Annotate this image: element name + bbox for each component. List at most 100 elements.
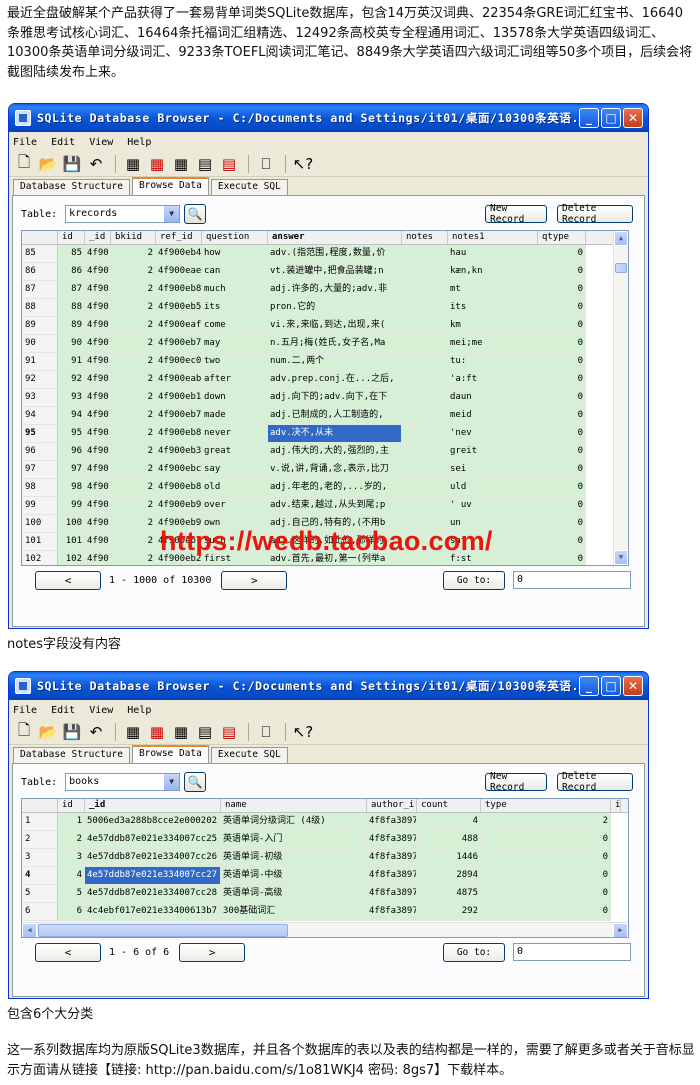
table-cell[interactable]: 4f900eb8: [156, 425, 202, 443]
table-cell[interactable]: 4f90: [85, 353, 111, 371]
table-cell[interactable]: 1 [58, 813, 85, 831]
table-cell[interactable]: 2894 [417, 867, 481, 885]
table-cell[interactable]: 4e57ddb87e021e334007cc27 [85, 867, 221, 885]
title-bar[interactable]: SQLite Database Browser - C:/Documents a… [9, 104, 648, 132]
table-cell[interactable]: 4f8fa3897 [367, 885, 417, 903]
table-cell[interactable]: 4c4ebf017e021e33400613b7 [85, 903, 221, 921]
table-cell[interactable] [402, 461, 448, 479]
table-row[interactable]: 97974f90:24f900ebc:sayv.说,讲,背诵,念,表示,比刀se… [22, 461, 628, 479]
table-row[interactable]: 1 1 5006ed3a288b8cce2e000202 英语单词分级词汇 (4级) 4… [22, 813, 628, 831]
scroll-right-icon[interactable]: ▶ [613, 923, 628, 937]
table-cell[interactable]: 2 [111, 263, 156, 281]
table-cell[interactable]: mt [448, 281, 538, 299]
column-header-answer[interactable]: answer [268, 231, 402, 244]
menu-help[interactable]: Help [127, 705, 151, 716]
table-cell[interactable]: 0 [481, 849, 611, 867]
row-header[interactable]: 90 [22, 335, 58, 353]
row-header[interactable]: 95 [22, 425, 58, 443]
table-cell[interactable]: 2 [111, 371, 156, 389]
create-table-icon[interactable]: ▦ [122, 154, 144, 174]
goto-button[interactable]: Go to: [443, 571, 505, 590]
menu-view[interactable]: View [89, 705, 113, 716]
table-cell[interactable]: 0 [538, 461, 586, 479]
scroll-left-icon[interactable]: ◀ [22, 923, 37, 937]
row-header[interactable]: 94 [22, 407, 58, 425]
table-cell[interactable] [402, 407, 448, 425]
table-row[interactable]: 5 5 4e57ddb87e021e334007cc28 英语单词-高级 4f8fa38… [22, 885, 628, 903]
table-cell[interactable]: 94 [58, 407, 85, 425]
table-select[interactable]: books ▼ [65, 773, 181, 791]
column-header-id[interactable]: id [58, 799, 85, 812]
table-cell[interactable] [402, 443, 448, 461]
table-cell[interactable]: its [202, 299, 268, 317]
table-cell[interactable]: 5006ed3a288b8cce2e000202 [85, 813, 221, 831]
table-row[interactable]: 92924f90:24f900eab:afteradv.prep.conj.在.… [22, 371, 628, 389]
table-cell[interactable]: 0 [538, 389, 586, 407]
undo-icon[interactable]: ↶ [85, 154, 107, 174]
tab-database-structure[interactable]: Database Structure [13, 179, 130, 195]
table-cell[interactable]: 0 [538, 497, 586, 515]
table-cell[interactable]: 4f90: [85, 371, 111, 389]
table-cell[interactable]: 0 [538, 425, 586, 443]
table-cell[interactable]: 英语单词-入门 [221, 831, 367, 849]
table-cell[interactable]: 300基础词汇 [221, 903, 367, 921]
next-page-button[interactable]: > [179, 942, 246, 962]
table-cell[interactable]: 4f90: [85, 515, 111, 533]
maximize-button[interactable]: □ [601, 676, 621, 696]
table-cell[interactable]: 2 [111, 425, 156, 443]
table-cell[interactable]: its [448, 299, 538, 317]
table-cell[interactable] [402, 497, 448, 515]
table-cell[interactable]: come [202, 317, 268, 335]
vertical-scrollbar[interactable]: ▲ ▼ [613, 231, 628, 565]
search-icon[interactable]: 🔍 [184, 772, 207, 792]
table-row[interactable]: 3 3 4e57ddb87e021e334007cc26 英语单词-初级 4f8fa38… [22, 849, 628, 867]
table-cell[interactable]: 4f8fa3897 [367, 849, 417, 867]
table-cell[interactable]: 0 [481, 831, 611, 849]
new-database-icon[interactable]: 🗋 [13, 153, 35, 174]
table-cell[interactable]: 4f8fa3897 [367, 867, 417, 885]
table-cell[interactable]: adj.向下的;adv.向下,在下 [268, 389, 402, 407]
table-cell[interactable]: adv.决不,从未 [268, 425, 402, 443]
table-cell[interactable]: 0 [538, 479, 586, 497]
table-cell[interactable]: 85 [58, 245, 85, 263]
table-cell[interactable]: 4f900ebc: [156, 461, 202, 479]
table-cell[interactable]: 2 [58, 831, 85, 849]
table-cell[interactable]: adj.年老的,老的,...岁的, [268, 479, 402, 497]
table-cell[interactable]: 2 [111, 299, 156, 317]
table-cell[interactable]: 4f90: [85, 479, 111, 497]
menu-view[interactable]: View [89, 137, 113, 148]
table-cell[interactable]: 4f90: [85, 281, 111, 299]
table-cell[interactable]: 93 [58, 389, 85, 407]
whats-this-icon[interactable]: ↖? [292, 154, 314, 174]
table-cell[interactable]: 0 [481, 885, 611, 903]
table-cell[interactable]: 4f90: [85, 497, 111, 515]
scrollbar-thumb[interactable] [38, 924, 288, 937]
table-cell[interactable] [402, 425, 448, 443]
row-header[interactable]: 98 [22, 479, 58, 497]
table-cell[interactable]: vi.来,来临,到达,出现,来( [268, 317, 402, 335]
table-cell[interactable]: 英语单词-高级 [221, 885, 367, 903]
row-header[interactable]: 4 [22, 867, 58, 885]
goto-input[interactable]: 0 [513, 571, 631, 589]
table-row[interactable]: 88884f90:24f900eb5:itspron.它的its0 [22, 299, 628, 317]
create-table-icon[interactable]: ▦ [122, 722, 144, 742]
table-cell[interactable]: 4f900eb7: [156, 407, 202, 425]
table-cell[interactable]: never [202, 425, 268, 443]
row-header[interactable]: 2 [22, 831, 58, 849]
column-header-i[interactable]: i [611, 799, 621, 812]
column-header-name[interactable]: name [221, 799, 367, 812]
table-cell[interactable]: 488 [417, 831, 481, 849]
row-header[interactable]: 88 [22, 299, 58, 317]
table-cell[interactable]: 4f900eb8: [156, 479, 202, 497]
row-header[interactable]: 102 [22, 551, 58, 565]
delete-table-icon[interactable]: ▦ [146, 154, 168, 174]
table-cell[interactable]: 98 [58, 479, 85, 497]
modify-table-icon[interactable]: ▦ [170, 722, 192, 742]
whats-this-icon[interactable]: ↖? [292, 722, 314, 742]
table-cell[interactable]: n.五月;梅(姓氏,女子名,Ma [268, 335, 402, 353]
table-cell[interactable] [402, 263, 448, 281]
table-cell[interactable]: meid [448, 407, 538, 425]
table-cell[interactable]: 4f90: [85, 551, 111, 565]
delete-record-button[interactable]: Delete Record [557, 203, 633, 225]
table-cell[interactable]: 97 [58, 461, 85, 479]
